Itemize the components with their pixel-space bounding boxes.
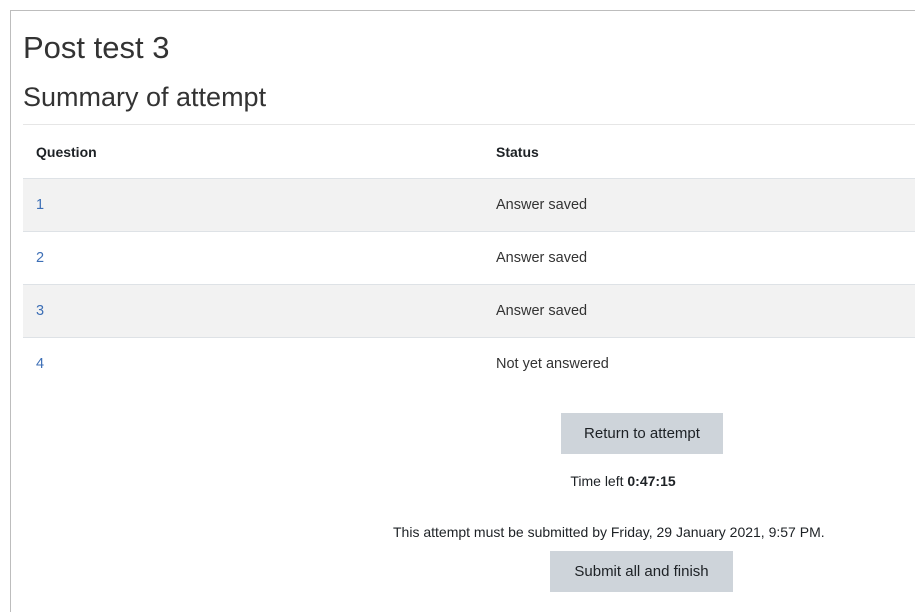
status-cell: Answer saved [496,284,915,338]
question-link-1[interactable]: 1 [36,197,44,213]
page-title: Post test 3 [23,30,170,65]
summary-table: Question Status 1 Answer saved 2 Answer … [23,124,915,390]
submission-deadline: This attempt must be submitted by Friday… [393,524,825,540]
question-link-2[interactable]: 2 [36,250,44,266]
question-cell: 3 [23,284,496,338]
submit-all-and-finish-button[interactable]: Submit all and finish [550,551,733,592]
table-row: 2 Answer saved [23,231,915,285]
return-to-attempt-button[interactable]: Return to attempt [561,413,723,454]
question-cell: 4 [23,337,496,390]
question-cell: 2 [23,231,496,285]
time-left: Time left 0:47:15 [405,473,841,489]
column-header-status: Status [496,124,915,179]
table-row: 1 Answer saved [23,178,915,232]
status-cell: Not yet answered [496,337,915,390]
status-cell: Answer saved [496,231,915,285]
time-left-label: Time left [570,473,624,489]
question-link-3[interactable]: 3 [36,303,44,319]
quiz-summary-page: Post test 3 Summary of attempt Question … [10,10,915,612]
table-header-row: Question Status [23,124,915,179]
table-row: 3 Answer saved [23,284,915,338]
time-left-value: 0:47:15 [627,473,676,489]
page-subtitle: Summary of attempt [23,82,267,112]
status-cell: Answer saved [496,178,915,232]
table-row: 4 Not yet answered [23,337,915,390]
question-cell: 1 [23,178,496,232]
question-link-4[interactable]: 4 [36,356,44,372]
column-header-question: Question [23,124,496,179]
